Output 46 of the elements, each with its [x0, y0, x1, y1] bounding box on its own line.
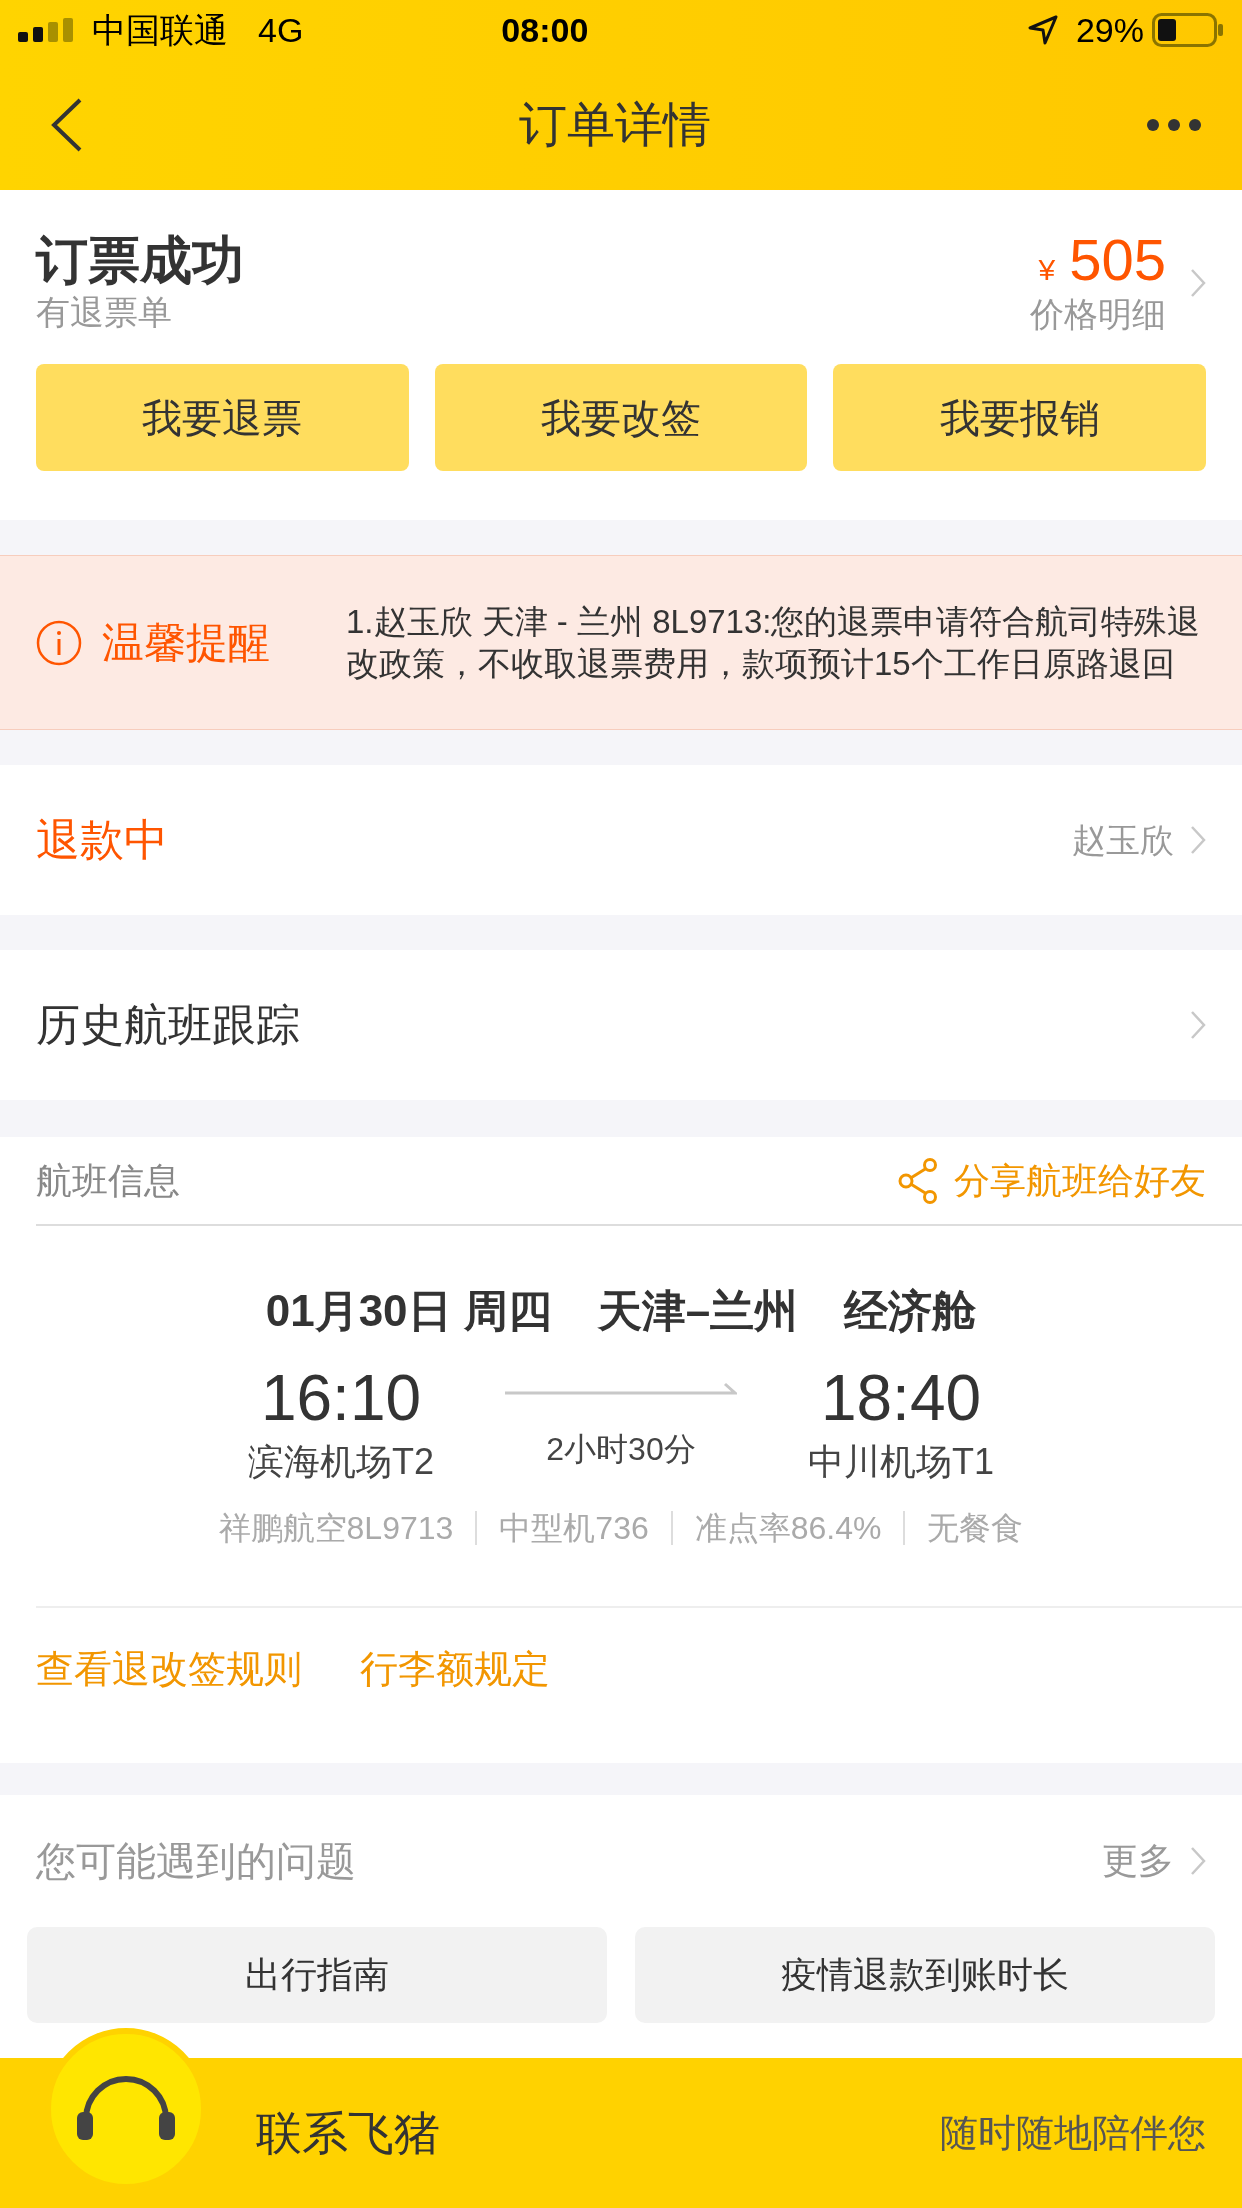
order-price: 505 — [1069, 230, 1166, 290]
arrival-airport: 中川机场T1 — [808, 1440, 994, 1484]
flight-detail: 无餐食 — [927, 1509, 1024, 1548]
battery-percent: 29% — [1075, 9, 1144, 51]
carrier-name: 中国联通 — [92, 9, 228, 51]
departure-time: 16:10 — [260, 1361, 422, 1436]
history-label: 历史航班跟踪 — [36, 999, 300, 1051]
flight-duration: 2小时30分 — [546, 1430, 696, 1469]
order-action-button[interactable]: 我要退票 — [36, 364, 409, 471]
cabin-class: 经济舱 — [844, 1285, 977, 1337]
arrival-time: 18:40 — [820, 1361, 982, 1436]
departure-airport: 滨海机场T2 — [248, 1440, 434, 1484]
info-icon — [36, 619, 82, 666]
more-icon[interactable] — [1146, 118, 1202, 132]
refund-status: 退款中 — [36, 814, 168, 866]
back-icon[interactable] — [50, 98, 84, 152]
battery-icon — [1152, 13, 1224, 47]
question-button[interactable]: 出行指南 — [27, 1927, 607, 2023]
chevron-right-icon — [1190, 268, 1206, 298]
network-type: 4G — [258, 9, 304, 51]
question-button[interactable]: 疫情退款到账时长 — [635, 1927, 1215, 2023]
flight-detail: 祥鹏航空8L9713 — [218, 1509, 454, 1548]
location-arrow-icon — [1027, 15, 1058, 45]
flight-detail: 准点率86.4% — [694, 1509, 882, 1548]
notice-label: 温馨提醒 — [102, 618, 271, 668]
clock-time: 08:00 — [501, 9, 589, 51]
section-heading: 航班信息 — [36, 1158, 180, 1203]
flight-detail: 中型机736 — [499, 1509, 649, 1548]
chevron-right-icon — [1190, 1846, 1206, 1876]
notice-text: 1.赵玉欣 天津 - 兰州 8L9713:您的退票申请符合航司特殊退改政策，不收取退票费用，款项预计15个工作日原路退回 — [346, 601, 1202, 684]
order-action-button[interactable]: 我要改签 — [434, 364, 808, 471]
history-row[interactable]: 历史航班跟踪 — [0, 950, 1242, 1100]
chevron-right-icon — [1190, 1010, 1206, 1040]
page-title: 订单详情 — [519, 97, 711, 153]
order-status: 订票成功 — [36, 230, 244, 290]
flight-route: 天津–兰州 — [597, 1285, 799, 1337]
passenger-name: 赵玉欣 — [1072, 819, 1174, 861]
order-action-button[interactable]: 我要报销 — [833, 364, 1206, 471]
chevron-right-icon — [1190, 825, 1206, 855]
contact-bar[interactable]: 联系飞猪 随时随地陪伴您 — [0, 2058, 1242, 2208]
contact-slogan: 随时随地陪伴您 — [940, 2110, 1206, 2156]
flight-date: 01月30日 周四 — [265, 1285, 552, 1337]
currency-symbol: ¥ — [1038, 252, 1056, 288]
order-note: 有退票单 — [36, 292, 173, 333]
contact-label: 联系飞猪 — [256, 2105, 440, 2161]
section-heading: 您可能遇到的问题 — [36, 1838, 356, 1885]
